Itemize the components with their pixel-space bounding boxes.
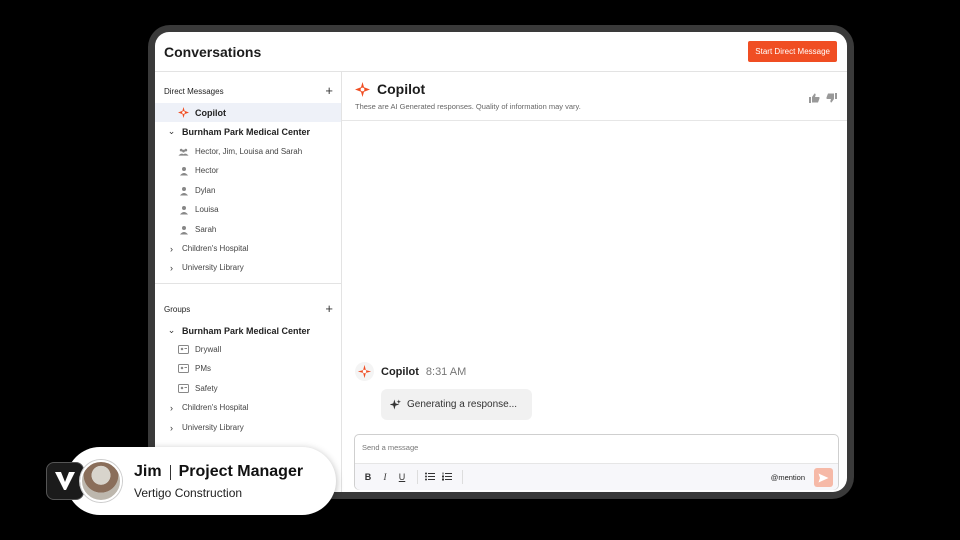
sidebar-item-label: Copilot [195, 107, 226, 118]
dm-item-label: Hector [195, 166, 219, 175]
group-card-icon [178, 344, 189, 355]
dm-group-university[interactable]: › University Library [155, 258, 341, 277]
numbered-list-icon[interactable] [440, 472, 454, 483]
message-sender: Copilot [381, 365, 419, 378]
message-time: 8:31 AM [425, 365, 467, 378]
chat-title-text: Copilot [377, 81, 426, 97]
dm-group-childrens[interactable]: › Children's Hospital [155, 239, 341, 258]
message-bubble: Generating a response... [381, 389, 532, 420]
send-button[interactable] [814, 468, 833, 487]
dm-item-label: Dylan [195, 186, 216, 195]
format-toolbar: B I U @mention [355, 463, 838, 490]
thumbs-down-icon[interactable] [826, 90, 837, 108]
group-item-label: Drywall [195, 345, 222, 354]
groups-title: Groups [164, 304, 191, 314]
chat-title: Copilot [355, 81, 425, 97]
message-header: Copilot 8:31 AM [355, 362, 466, 381]
dm-group-label: University Library [182, 263, 244, 272]
dm-group-label: Children's Hospital [182, 244, 249, 253]
bold-button[interactable]: B [361, 472, 375, 482]
chat-disclaimer: These are AI Generated responses. Qualit… [355, 102, 581, 111]
chat-pane: Copilot These are AI Generated responses… [342, 72, 847, 492]
toolbar-separator [417, 470, 418, 484]
person-icon [178, 165, 189, 176]
chevron-right-icon: › [170, 262, 173, 273]
person-icon [178, 185, 189, 196]
direct-messages-title: Direct Messages [164, 86, 224, 96]
top-bar: Conversations Start Direct Message [155, 32, 847, 72]
italic-button[interactable]: I [378, 472, 392, 482]
group-item-label: Safety [195, 384, 218, 393]
add-group-plus-icon[interactable]: + [325, 302, 333, 315]
speaker-avatar [80, 460, 122, 502]
dm-item-dylan[interactable]: Dylan [155, 181, 341, 200]
chevron-down-icon: ⌄ [167, 126, 176, 136]
thumbs-up-icon[interactable] [809, 90, 820, 108]
direct-messages-header: Direct Messages + [164, 84, 333, 97]
speaker-role: Project Manager [178, 463, 304, 480]
chat-header: Copilot These are AI Generated responses… [342, 72, 847, 121]
name-separator [169, 464, 171, 480]
copilot-logo-icon [355, 81, 370, 97]
dm-group-label: Burnham Park Medical Center [182, 126, 311, 137]
person-icon [178, 204, 189, 215]
mention-button[interactable]: @mention [771, 473, 805, 482]
sparkle-icon [390, 399, 401, 410]
message-composer[interactable]: Send a message B I U @mention [354, 434, 839, 490]
group-label: Burnham Park Medical Center [182, 325, 311, 336]
message-input[interactable]: Send a message [362, 443, 418, 452]
tablet-frame: Conversations Start Direct Message Direc… [148, 25, 854, 499]
speaker-company: Vertigo Construction [134, 486, 243, 500]
dm-item-label: Hector, Jim, Louisa and Sarah [195, 147, 303, 156]
dm-group-burnham[interactable]: ⌄ Burnham Park Medical Center [155, 122, 341, 141]
group-burnham[interactable]: ⌄ Burnham Park Medical Center [155, 321, 341, 340]
dm-item-group-chat[interactable]: Hector, Jim, Louisa and Sarah [155, 142, 341, 161]
group-childrens[interactable]: › Children's Hospital [155, 398, 341, 417]
sidebar-item-copilot[interactable]: Copilot [155, 103, 341, 122]
send-icon [818, 473, 829, 482]
bullet-list-icon[interactable] [423, 472, 437, 483]
people-icon [178, 146, 189, 157]
group-item-safety[interactable]: Safety [155, 379, 341, 398]
sidebar-divider [155, 283, 342, 284]
app-screen: Conversations Start Direct Message Direc… [155, 32, 847, 492]
add-dm-plus-icon[interactable]: + [325, 84, 333, 97]
group-card-icon [178, 363, 189, 374]
copilot-avatar-icon [355, 362, 374, 381]
toolbar-separator [462, 470, 463, 484]
chevron-down-icon: ⌄ [167, 325, 176, 335]
group-label: University Library [182, 423, 244, 432]
dm-item-label: Sarah [195, 225, 217, 234]
video-frame: Conversations Start Direct Message Direc… [0, 0, 960, 540]
speaker-name-line: Jim Project Manager [134, 463, 303, 481]
group-item-drywall[interactable]: Drywall [155, 340, 341, 359]
groups-header: Groups + [164, 302, 333, 315]
dm-item-label: Louisa [195, 205, 219, 214]
underline-button[interactable]: U [395, 472, 409, 482]
start-direct-message-button[interactable]: Start Direct Message [748, 41, 837, 62]
dm-item-sarah[interactable]: Sarah [155, 220, 341, 239]
chevron-right-icon: › [170, 402, 173, 413]
chevron-right-icon: › [170, 243, 173, 254]
person-icon [178, 224, 189, 235]
speaker-name: Jim [134, 463, 162, 480]
group-university[interactable]: › University Library [155, 418, 341, 437]
group-label: Children's Hospital [182, 403, 249, 412]
vertigo-logo-icon [46, 462, 84, 500]
message-text: Generating a response... [407, 399, 518, 410]
feedback-controls [809, 90, 837, 108]
copilot-logo-icon [178, 107, 189, 118]
group-card-icon [178, 383, 189, 394]
group-item-pms[interactable]: PMs [155, 359, 341, 378]
chevron-right-icon: › [170, 422, 173, 433]
conversation-sidebar: Direct Messages + Copilot ⌄ Burnham Park… [155, 72, 342, 492]
dm-item-louisa[interactable]: Louisa [155, 200, 341, 219]
group-item-label: PMs [195, 364, 211, 373]
dm-item-hector[interactable]: Hector [155, 161, 341, 180]
page-title: Conversations [164, 43, 262, 60]
